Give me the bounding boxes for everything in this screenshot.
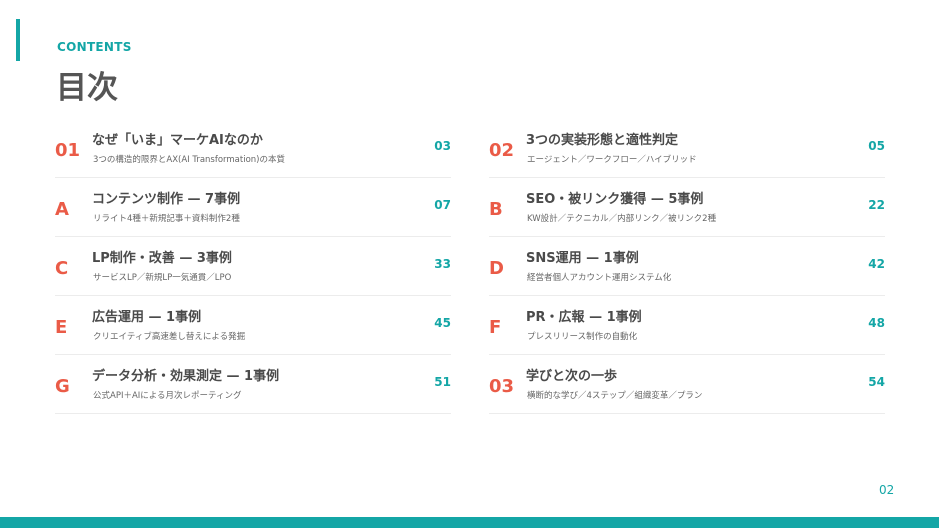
toc-title: 学びと次の一歩 (526, 369, 618, 384)
toc-page: 54 (868, 375, 885, 389)
toc-page: 42 (868, 257, 885, 271)
toc-code: 02 (489, 140, 515, 161)
toc-page: 51 (434, 375, 451, 389)
toc-title: データ分析・効果測定 — 1事例 (92, 369, 280, 384)
toc-code: A (55, 199, 69, 220)
toc-subtitle: プレスリリース制作の自動化 (527, 332, 638, 342)
toc-entry[interactable]: A コンテンツ制作 — 7事例 リライト4種＋新規記事＋資料制作2種 07 (55, 178, 451, 237)
toc-code: 01 (55, 140, 81, 161)
toc-subtitle: 経営者個人アカウント運用システム化 (527, 273, 672, 283)
toc-title: 3つの実装形態と適性判定 (526, 133, 679, 148)
toc-page: 22 (868, 198, 885, 212)
toc-column-left: 01 なぜ「いま」マーケAIなのか 3つの構造的限界とAX(AI Transfo… (55, 119, 451, 414)
toc-title: コンテンツ制作 — 7事例 (92, 192, 241, 207)
toc-title: SEO・被リンク獲得 — 5事例 (526, 192, 704, 207)
toc-entry[interactable]: C LP制作・改善 — 3事例 サービスLP／新規LP一気通貫／LPO 33 (55, 237, 451, 296)
toc-subtitle: リライト4種＋新規記事＋資料制作2種 (93, 214, 240, 224)
toc-subtitle: 横断的な学び／4ステップ／組織変革／プラン (527, 391, 703, 401)
toc-code: E (55, 317, 68, 338)
toc-entry[interactable]: 01 なぜ「いま」マーケAIなのか 3つの構造的限界とAX(AI Transfo… (55, 119, 451, 178)
page-title: 目次 (56, 70, 118, 106)
toc-entry[interactable]: 02 3つの実装形態と適性判定 エージェント／ワークフロー／ハイブリッド 05 (489, 119, 885, 178)
toc-page: 05 (868, 139, 885, 153)
toc-page: 48 (868, 316, 885, 330)
toc-code: D (489, 258, 504, 279)
toc-column-right: 02 3つの実装形態と適性判定 エージェント／ワークフロー／ハイブリッド 05 … (489, 119, 885, 414)
toc-entry[interactable]: G データ分析・効果測定 — 1事例 公式API＋AIによる月次レポーティング … (55, 355, 451, 414)
toc-code: 03 (489, 376, 515, 397)
toc-subtitle: 3つの構造的限界とAX(AI Transformation)の本質 (93, 155, 285, 165)
toc-page: 07 (434, 198, 451, 212)
toc-title: PR・広報 — 1事例 (526, 310, 642, 325)
toc-entry[interactable]: D SNS運用 — 1事例 経営者個人アカウント運用システム化 42 (489, 237, 885, 296)
toc-subtitle: エージェント／ワークフロー／ハイブリッド (527, 155, 697, 165)
title-accent-bar (16, 19, 20, 61)
toc-code: B (489, 199, 503, 220)
toc-entry[interactable]: B SEO・被リンク獲得 — 5事例 KW設計／テクニカル／内部リンク／被リンク… (489, 178, 885, 237)
toc-subtitle: 公式API＋AIによる月次レポーティング (93, 391, 242, 401)
toc-subtitle: サービスLP／新規LP一気通貫／LPO (93, 273, 232, 283)
toc-entry[interactable]: F PR・広報 — 1事例 プレスリリース制作の自動化 48 (489, 296, 885, 355)
toc-code: G (55, 376, 70, 397)
toc-page: 33 (434, 257, 451, 271)
toc-title: なぜ「いま」マーケAIなのか (92, 133, 263, 148)
toc-code: C (55, 258, 69, 279)
toc-page: 45 (434, 316, 451, 330)
footer-accent-bar (0, 517, 939, 528)
toc-entry[interactable]: 03 学びと次の一歩 横断的な学び／4ステップ／組織変革／プラン 54 (489, 355, 885, 414)
toc-code: F (489, 317, 502, 338)
toc-title: SNS運用 — 1事例 (526, 251, 639, 266)
slide-page-number: 02 (879, 483, 895, 497)
toc-title: LP制作・改善 — 3事例 (92, 251, 232, 266)
toc-subtitle: クリエイティブ高速差し替えによる発掘 (93, 332, 246, 342)
toc-subtitle: KW設計／テクニカル／内部リンク／被リンク2種 (527, 214, 717, 224)
toc-entry[interactable]: E 広告運用 — 1事例 クリエイティブ高速差し替えによる発掘 45 (55, 296, 451, 355)
section-kicker: CONTENTS (57, 40, 132, 54)
toc-title: 広告運用 — 1事例 (92, 310, 202, 325)
toc-page: 03 (434, 139, 451, 153)
